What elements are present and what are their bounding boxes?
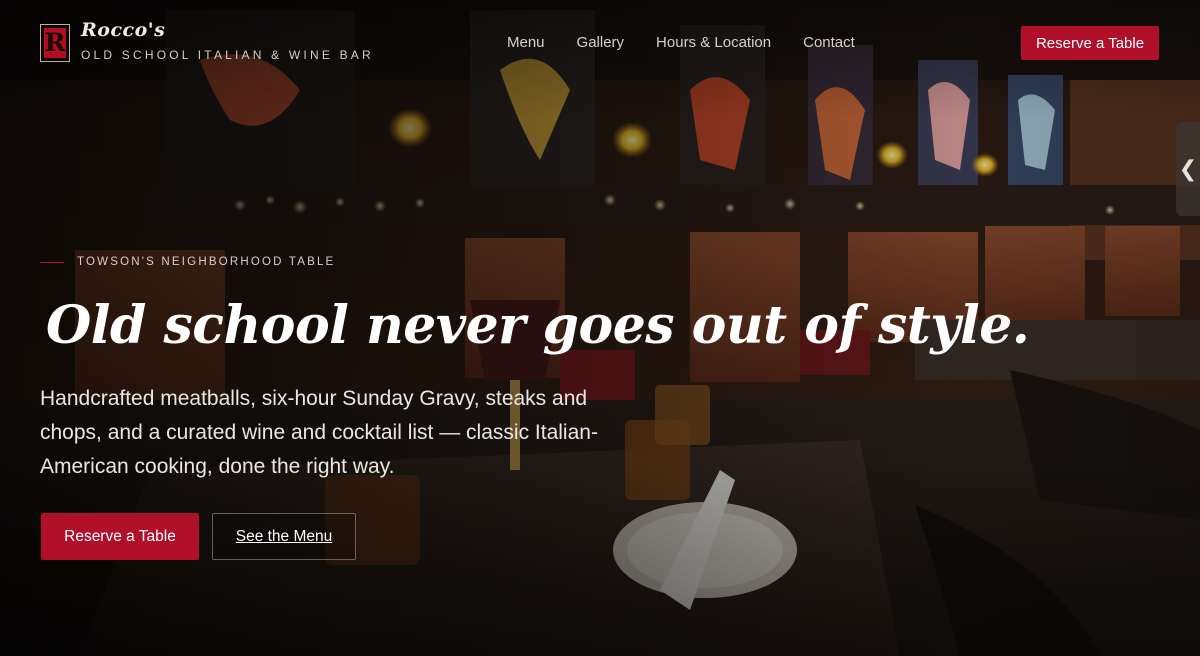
nav-item-gallery[interactable]: Gallery <box>577 34 625 51</box>
hero-section: R Rocco's OLD SCHOOL ITALIAN & WINE BAR … <box>0 0 1200 656</box>
hero-headline: Old school never goes out of style. <box>46 295 1030 356</box>
hero-description: Handcrafted meatballs, six-hour Sunday G… <box>40 387 598 478</box>
logo-mark-icon: R <box>40 24 70 62</box>
header-reserve-button[interactable]: Reserve a Table <box>1021 26 1159 60</box>
hero-cta-row: Reserve a Table See the Menu <box>41 513 356 560</box>
eyebrow-rule <box>40 261 64 263</box>
nav-item-hours-location[interactable]: Hours & Location <box>656 34 771 51</box>
reserve-table-button[interactable]: Reserve a Table <box>41 513 199 560</box>
logo-mark-letter: R <box>44 28 66 58</box>
nav-item-menu[interactable]: Menu <box>507 34 545 51</box>
chevron-left-icon: ❮ <box>1178 156 1198 182</box>
brand-logo[interactable]: R Rocco's OLD SCHOOL ITALIAN & WINE BAR <box>40 18 374 62</box>
logo-text: Rocco's OLD SCHOOL ITALIAN & WINE BAR <box>81 18 374 62</box>
main-nav: Menu Gallery Hours & Location Contact <box>507 34 887 51</box>
brand-name: Rocco's <box>81 19 166 41</box>
hero-eyebrow: TOWSON'S NEIGHBORHOOD TABLE <box>40 256 335 268</box>
site-header: R Rocco's OLD SCHOOL ITALIAN & WINE BAR … <box>0 0 1200 90</box>
see-menu-button[interactable]: See the Menu <box>212 513 356 560</box>
side-panel-toggle[interactable]: ❮ <box>1176 122 1200 216</box>
nav-item-contact[interactable]: Contact <box>803 34 855 51</box>
eyebrow-text: TOWSON'S NEIGHBORHOOD TABLE <box>77 256 336 268</box>
brand-tagline: OLD SCHOOL ITALIAN & WINE BAR <box>81 48 374 62</box>
